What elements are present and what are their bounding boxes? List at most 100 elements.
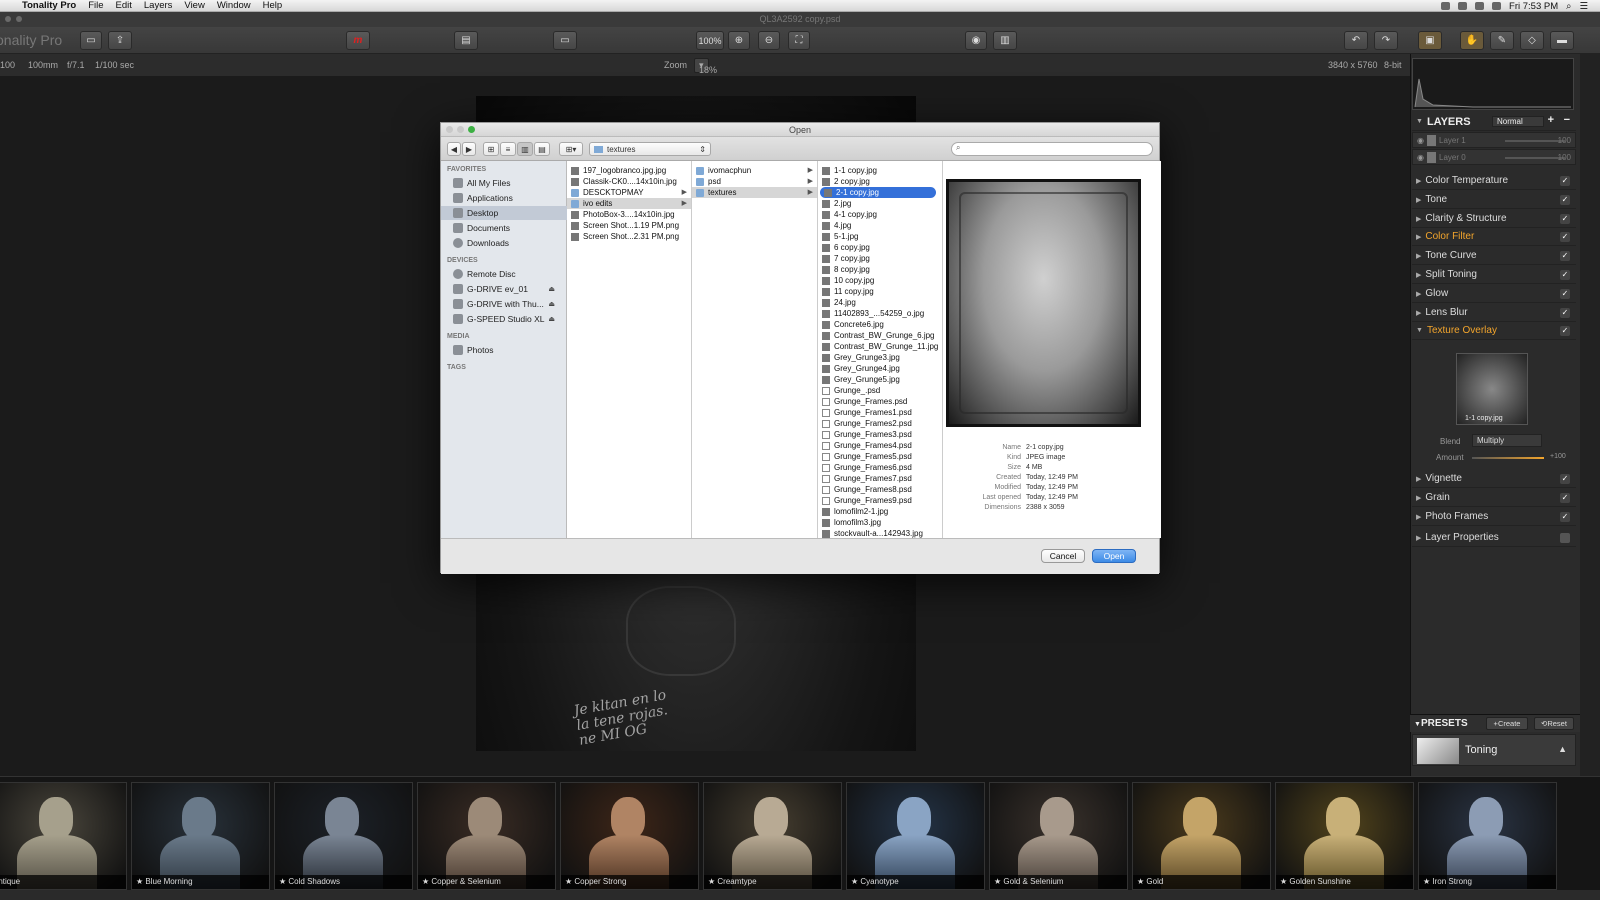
enable-checkbox[interactable]: ✓ [1560, 289, 1570, 299]
menu-file[interactable]: File [88, 0, 103, 11]
export-button[interactable]: ⇪ [108, 31, 132, 50]
preset-thumbnail[interactable]: ★ Iron Strong [1418, 782, 1557, 890]
texture-blend-select[interactable]: Multiply [1472, 434, 1542, 447]
file-item[interactable]: Grunge_Frames1.psd [818, 407, 942, 418]
file-item[interactable]: Grey_Grunge4.jpg [818, 363, 942, 374]
status-icon[interactable] [1441, 2, 1451, 10]
file-item[interactable]: 2-1 copy.jpg [820, 187, 936, 198]
coverflow-view-button[interactable]: ▤ [534, 142, 550, 156]
file-item[interactable]: 10 copy.jpg [818, 275, 942, 286]
preset-category-toning[interactable]: Toning ▲ [1412, 734, 1576, 766]
file-item[interactable]: 6 copy.jpg [818, 242, 942, 253]
section-lens-blur[interactable]: ▶ Lens Blur ✓ [1412, 304, 1576, 322]
file-item[interactable]: 2.jpg [818, 198, 942, 209]
eject-icon[interactable]: ⏏ [548, 285, 555, 293]
section-tone[interactable]: ▶ Tone ✓ [1412, 191, 1576, 209]
file-item[interactable]: Grunge_Frames.psd [818, 396, 942, 407]
arrange-button[interactable]: ⊞▾ [559, 142, 583, 156]
sidebar-item-applications[interactable]: Applications [441, 191, 567, 205]
sidebar-item-gdrive-thunderbolt[interactable]: G-DRIVE with Thu... ⏏ [441, 297, 567, 311]
file-item[interactable]: ivomacphun ▶ [692, 165, 817, 176]
file-item[interactable]: 11 copy.jpg [818, 286, 942, 297]
preset-thumbnail[interactable]: ★ Gold & Selenium [989, 782, 1128, 890]
enable-checkbox[interactable] [1560, 533, 1570, 543]
location-popup[interactable]: textures ⇕ [589, 142, 711, 156]
file-item[interactable]: 2 copy.jpg [818, 176, 942, 187]
section-split-toning[interactable]: ▶ Split Toning ✓ [1412, 266, 1576, 284]
zoom-out-button[interactable]: ⊖ [758, 31, 780, 50]
volume-icon[interactable] [1492, 2, 1502, 10]
sidebar-item-documents[interactable]: Documents [441, 221, 567, 235]
sidebar-item-downloads[interactable]: Downloads [441, 236, 567, 250]
panel-scrollbar[interactable] [1580, 54, 1600, 776]
minimize-window-icon[interactable] [16, 16, 22, 22]
preset-thumbnail[interactable]: ★ Golden Sunshine [1275, 782, 1414, 890]
file-item[interactable]: 24.jpg [818, 297, 942, 308]
layer-blend-select[interactable]: Normal [1492, 116, 1544, 127]
image-tool-button[interactable]: ▣ [1418, 31, 1442, 50]
favorite-star-icon[interactable]: ★ [565, 877, 574, 886]
favorite-star-icon[interactable]: ★ [1423, 877, 1432, 886]
section-clarity-structure[interactable]: ▶ Clarity & Structure ✓ [1412, 210, 1576, 228]
file-item[interactable]: DESCKTOPMAY ▶ [567, 187, 691, 198]
enable-checkbox[interactable]: ✓ [1560, 214, 1570, 224]
fit-screen-button[interactable]: ⛶ [788, 31, 810, 50]
sidebar-item-gspeed-studio[interactable]: G-SPEED Studio XL ⏏ [441, 312, 567, 326]
preset-thumbnail[interactable]: ★ Cyanotype [846, 782, 985, 890]
eject-icon[interactable]: ⏏ [548, 315, 555, 323]
texture-thumbnail[interactable]: 1-1 copy.jpg [1456, 353, 1528, 425]
enable-checkbox[interactable]: ✓ [1560, 326, 1570, 336]
chevron-up-icon[interactable]: ▲ [1558, 744, 1567, 754]
favorite-star-icon[interactable]: ★ [279, 877, 288, 886]
spotlight-icon[interactable]: ⌕ [1566, 1, 1571, 12]
preset-thumbnail[interactable]: ★ Cold Shadows [274, 782, 413, 890]
list-view-button[interactable]: ≡ [500, 142, 516, 156]
enable-checkbox[interactable]: ✓ [1560, 270, 1570, 280]
menu-app-name[interactable]: Tonality Pro [22, 0, 76, 11]
menu-help[interactable]: Help [263, 0, 283, 11]
menu-layers[interactable]: Layers [144, 0, 173, 11]
section-grain[interactable]: ▶ Grain ✓ [1412, 489, 1576, 507]
menu-view[interactable]: View [184, 0, 204, 11]
section-color-filter[interactable]: ▶ Color Filter ✓ [1412, 228, 1576, 246]
section-layer-properties[interactable]: ▶ Layer Properties [1412, 529, 1576, 547]
file-item[interactable]: 11402893_...54259_o.jpg [818, 308, 942, 319]
menu-window[interactable]: Window [217, 0, 251, 11]
file-item[interactable]: Grunge_Frames6.psd [818, 462, 942, 473]
bottom-scrollbar[interactable] [0, 890, 1600, 900]
section-texture-overlay[interactable]: ▼ Texture Overlay ✓ [1412, 322, 1576, 340]
side-by-side-button[interactable]: ▥ [993, 31, 1017, 50]
sidebar-item-all-my-files[interactable]: All My Files [441, 176, 567, 190]
enable-checkbox[interactable]: ✓ [1560, 251, 1570, 261]
search-field[interactable]: ⌕ [951, 142, 1153, 156]
brush-tool-button[interactable]: ✎ [1490, 31, 1514, 50]
zoom-in-button[interactable]: ⊕ [728, 31, 750, 50]
favorite-star-icon[interactable]: ★ [422, 877, 431, 886]
enable-checkbox[interactable]: ✓ [1560, 176, 1570, 186]
status-icon[interactable] [1458, 2, 1468, 10]
section-photo-frames[interactable]: ▶ Photo Frames ✓ [1412, 508, 1576, 526]
forward-button[interactable]: ▶ [462, 142, 476, 156]
remove-layer-icon[interactable]: − [1564, 114, 1570, 126]
file-item[interactable]: Classik-CK0....14x10in.jpg [567, 176, 691, 187]
dialog-close-icon[interactable] [446, 126, 453, 133]
enable-checkbox[interactable]: ✓ [1560, 195, 1570, 205]
section-vignette[interactable]: ▶ Vignette ✓ [1412, 470, 1576, 488]
layer-row[interactable]: ◉ Layer 0 100 [1412, 149, 1576, 165]
section-tone-curve[interactable]: ▶ Tone Curve ✓ [1412, 247, 1576, 265]
file-item[interactable]: psd ▶ [692, 176, 817, 187]
texture-amount-slider[interactable] [1472, 457, 1544, 459]
enable-checkbox[interactable]: ✓ [1560, 493, 1570, 503]
file-item[interactable]: 4-1 copy.jpg [818, 209, 942, 220]
file-item[interactable]: 4.jpg [818, 220, 942, 231]
dialog-minimize-icon[interactable] [457, 126, 464, 133]
file-item[interactable]: Grey_Grunge3.jpg [818, 352, 942, 363]
menu-edit[interactable]: Edit [116, 0, 132, 11]
compare-split-button[interactable]: ▤ [454, 31, 478, 50]
zoom-100-button[interactable]: 100% [696, 31, 724, 50]
enable-checkbox[interactable]: ✓ [1560, 232, 1570, 242]
section-glow[interactable]: ▶ Glow ✓ [1412, 285, 1576, 303]
preset-thumbnail[interactable]: ★ Blue Morning [131, 782, 270, 890]
eject-icon[interactable]: ⏏ [548, 300, 555, 308]
file-item[interactable]: Grunge_Frames4.psd [818, 440, 942, 451]
